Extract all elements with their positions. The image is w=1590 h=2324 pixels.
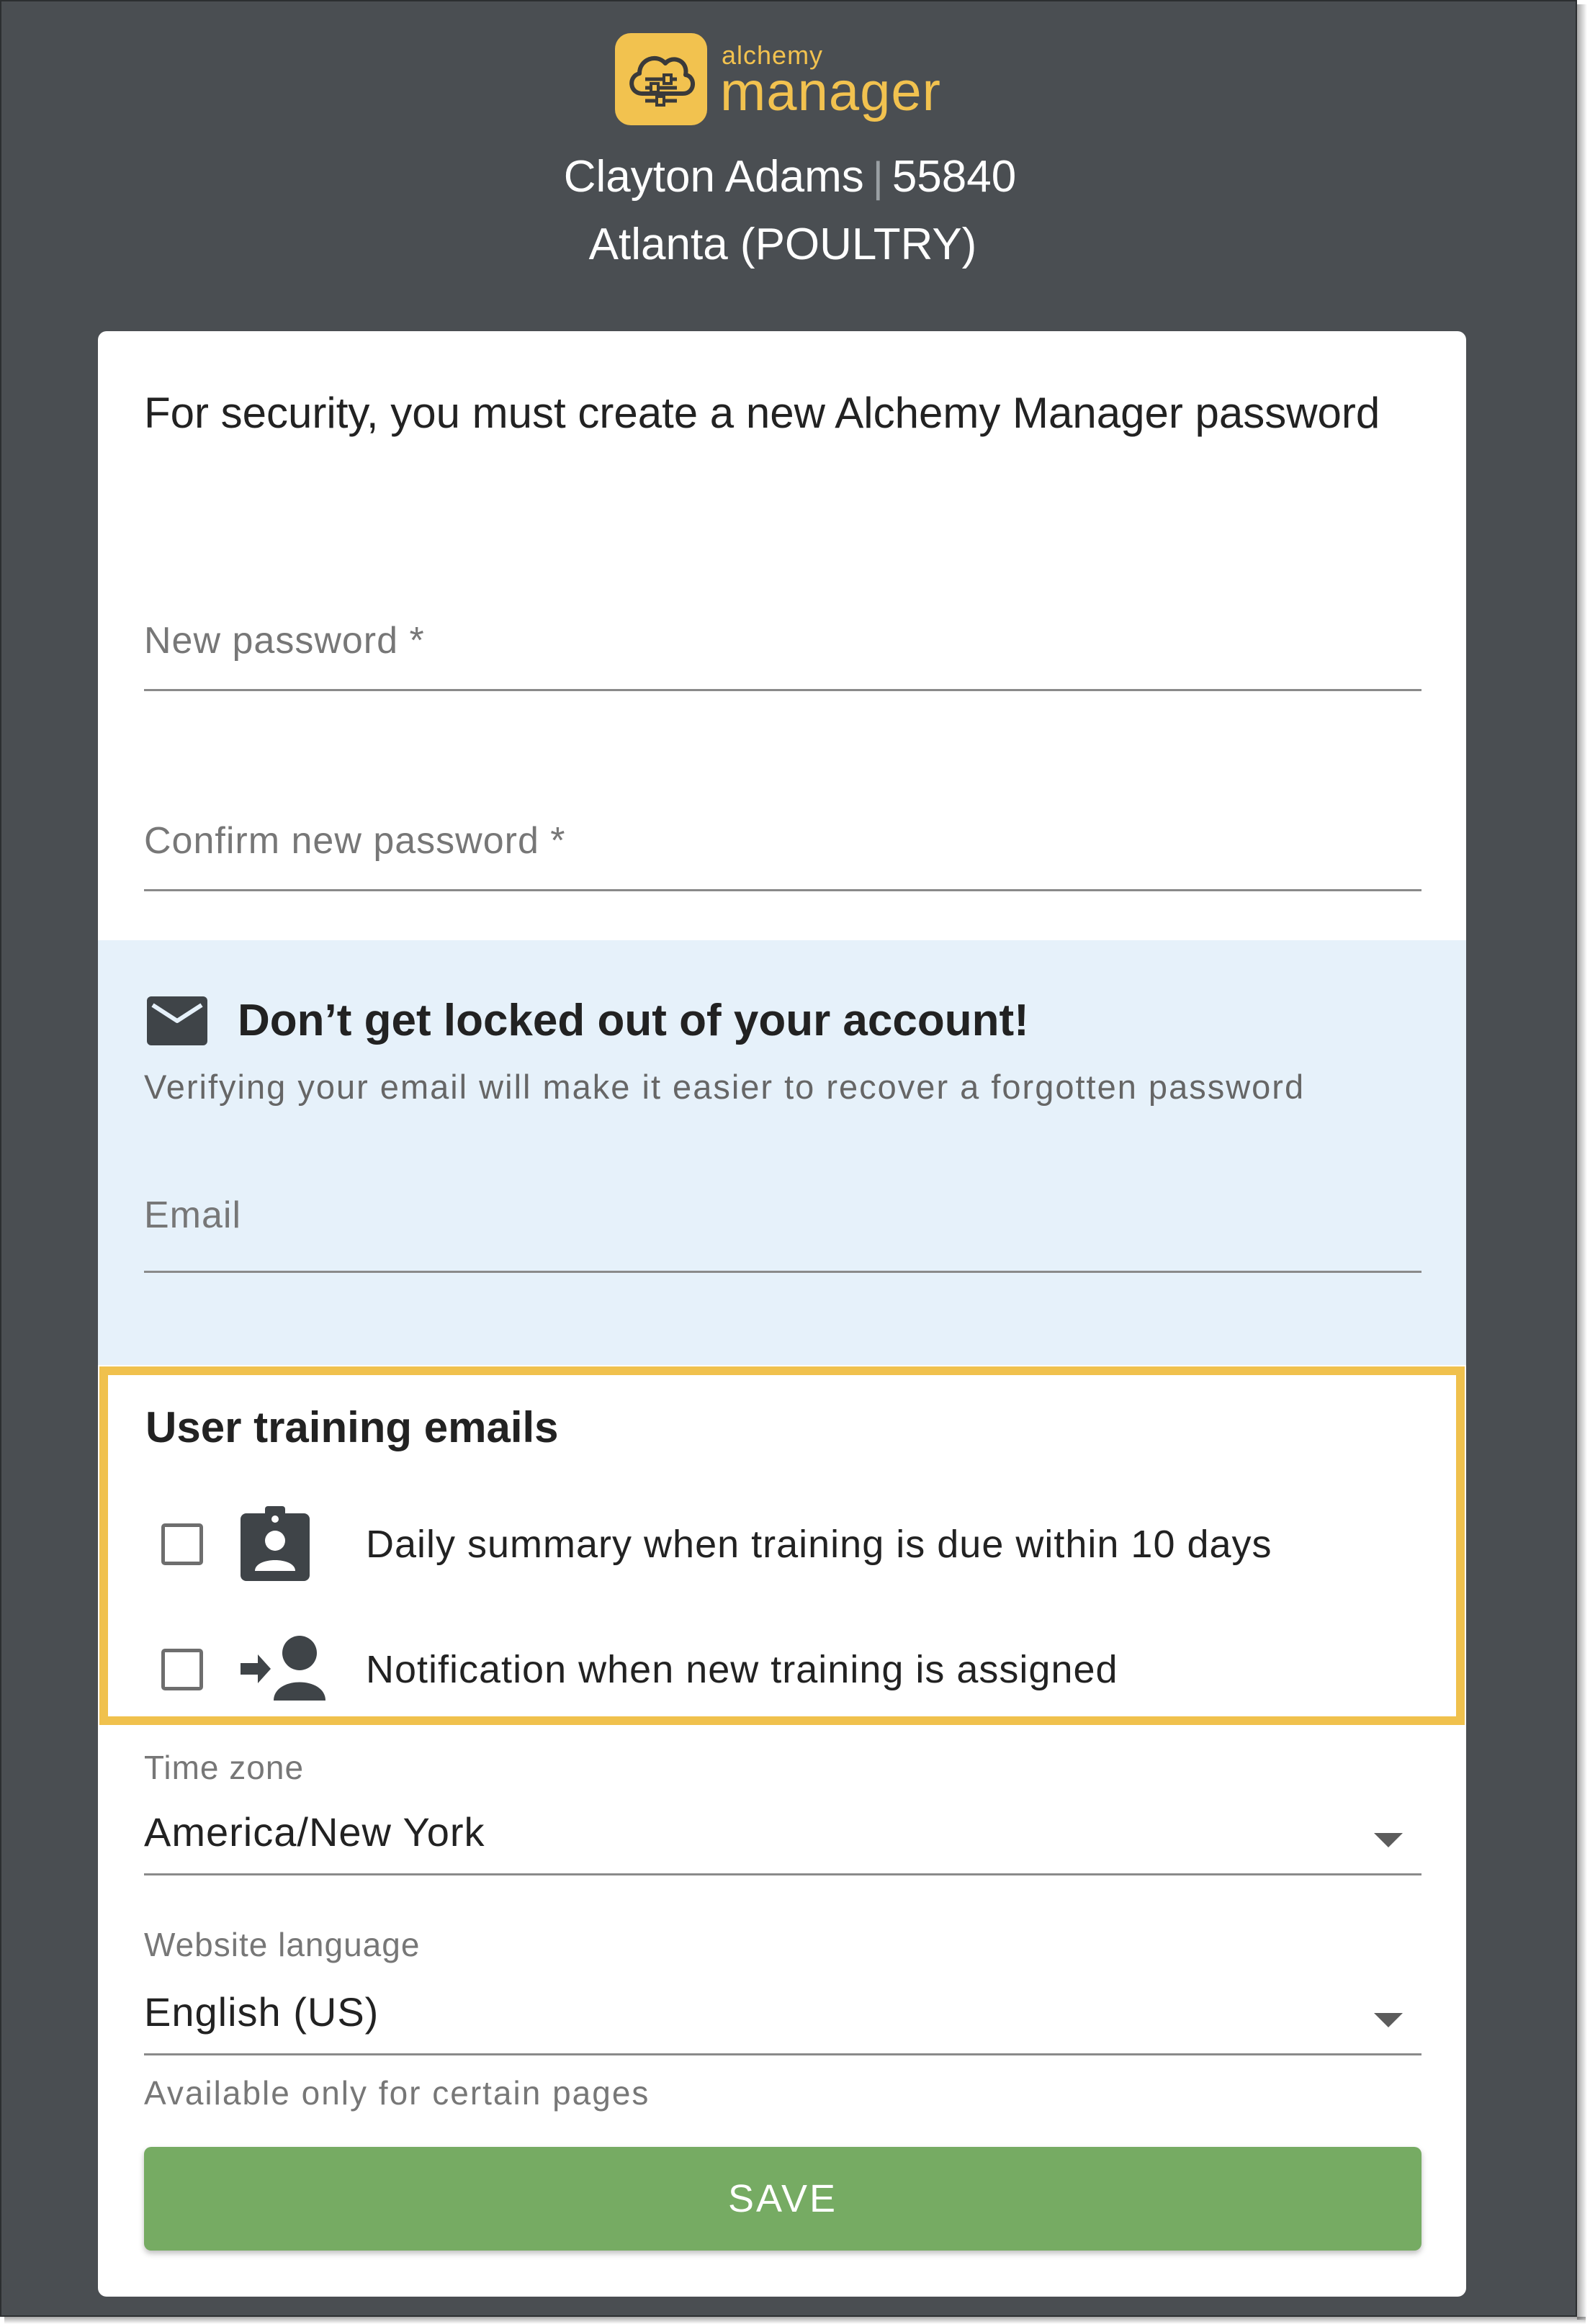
user-name: Clayton Adams [563, 152, 864, 202]
app-screen: alchemy manager Clayton Adams | 55840 Atla… [0, 0, 1577, 2317]
field-underline [144, 689, 1421, 691]
email-verification-panel: Don’t get locked out of your account! Ve… [98, 940, 1466, 1365]
field-underline [144, 1271, 1421, 1273]
language-select[interactable]: English (US) [144, 1981, 1421, 2060]
confirm-password-field[interactable]: Confirm new password * [144, 819, 1421, 891]
language-value: English (US) [144, 1989, 379, 2035]
user-location: Atlanta (POULTRY) [588, 220, 977, 269]
daily-summary-checkbox[interactable] [161, 1523, 203, 1565]
timezone-select[interactable]: America/New York [144, 1801, 1421, 1881]
email-field[interactable]: Email [144, 1194, 1421, 1273]
email-panel-title: Don’t get locked out of your account! [238, 996, 1029, 1045]
field-underline [144, 1873, 1421, 1875]
new-password-field[interactable]: New password * [144, 619, 1421, 691]
logo-wordmark-big: manager [720, 61, 941, 122]
new-training-label: Notification when new training is assign… [366, 1648, 1118, 1691]
cloud-sliders-icon [615, 33, 707, 125]
training-title: User training emails [145, 1403, 559, 1451]
language-label: Website language [144, 1926, 421, 1963]
user-info: Clayton Adams | 55840 [1, 151, 1576, 202]
training-option-daily-summary: Daily summary when training is due withi… [108, 1506, 1455, 1593]
daily-summary-label: Daily summary when training is due withi… [366, 1523, 1272, 1566]
training-emails-section: User training emails Daily summary when … [99, 1366, 1465, 1725]
email-panel-subtitle: Verifying your email will make it easier… [144, 1068, 1306, 1106]
timezone-value: America/New York [144, 1809, 485, 1855]
password-form-card: For security, you must create a new Alch… [98, 331, 1466, 2297]
save-button[interactable]: SAVE [144, 2147, 1421, 2251]
confirm-password-placeholder: Confirm new password * [144, 820, 566, 862]
dropdown-arrow-icon [1374, 2013, 1403, 2027]
new-training-checkbox[interactable] [161, 1649, 203, 1690]
assignment-ind-icon [241, 1506, 310, 1581]
dropdown-arrow-icon [1374, 1833, 1403, 1847]
user-separator: | [872, 154, 884, 201]
new-password-placeholder: New password * [144, 620, 425, 662]
email-placeholder: Email [144, 1194, 242, 1236]
field-underline [144, 889, 1421, 891]
field-underline [144, 2053, 1421, 2055]
form-intro: For security, you must create a new Alch… [144, 389, 1380, 437]
person-add-arrow-icon [241, 1636, 325, 1701]
mail-icon [147, 996, 207, 1045]
alchemy-manager-logo: alchemy manager [615, 33, 946, 130]
timezone-label: Time zone [144, 1749, 305, 1786]
training-option-new-assignment: Notification when new training is assign… [108, 1631, 1455, 1718]
window-shadow [1577, 4, 1587, 2320]
window-shadow [4, 2317, 1586, 2324]
user-id: 55840 [891, 152, 1017, 202]
language-helper-text: Available only for certain pages [144, 2074, 650, 2112]
